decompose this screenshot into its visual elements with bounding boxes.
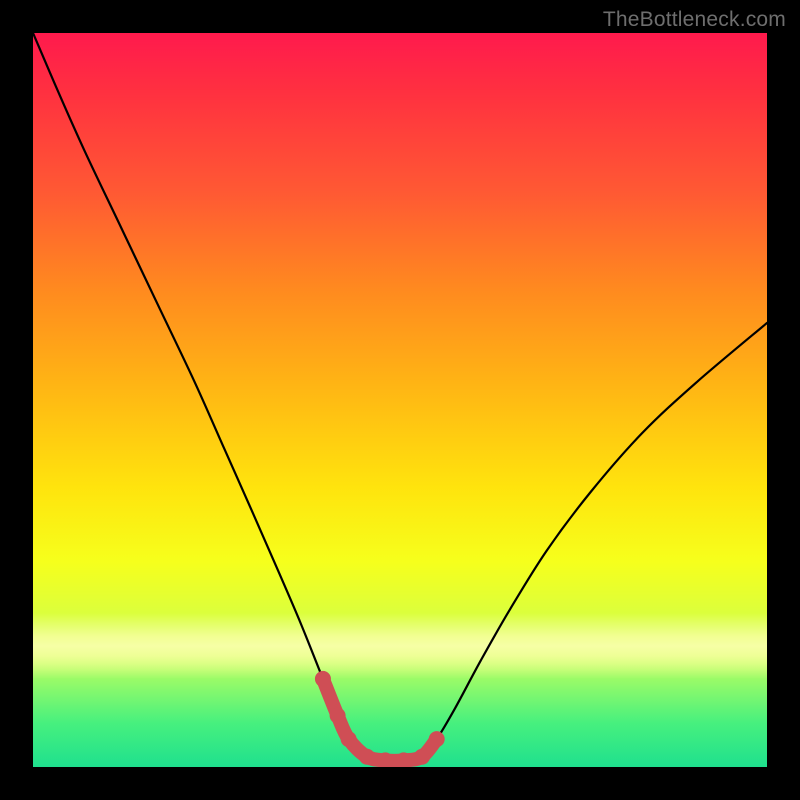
chart-stage: TheBottleneck.com [0, 0, 800, 800]
highlight-dots [315, 671, 445, 767]
plot-area [33, 33, 767, 767]
highlight-dot [359, 749, 375, 765]
curve-layer [33, 33, 767, 767]
highlight-dot [341, 731, 357, 747]
bottleneck-curve [33, 33, 767, 761]
highlight-dot [429, 731, 445, 747]
highlight-dot [315, 671, 331, 687]
highlight-dot [414, 749, 430, 765]
highlight-dot [330, 708, 346, 724]
watermark-text: TheBottleneck.com [603, 8, 786, 32]
